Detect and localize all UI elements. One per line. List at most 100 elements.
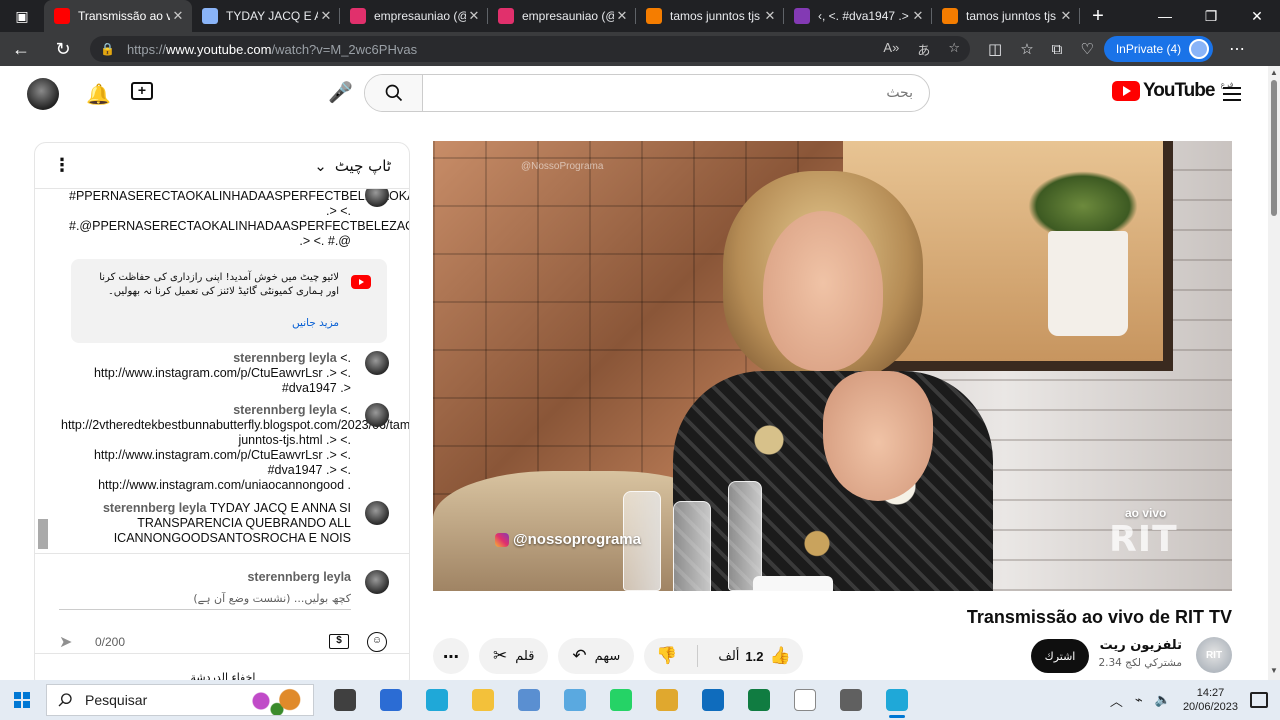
account-avatar[interactable]	[27, 78, 59, 110]
taskbar-search[interactable]: Pesquisar	[46, 684, 314, 716]
close-tab-icon[interactable]: ✕	[170, 8, 186, 24]
whatsapp-icon	[610, 689, 632, 711]
browser-tab[interactable]: empresauniao (@ ✕	[340, 0, 488, 32]
more-actions-button[interactable]: ⋯	[433, 638, 469, 674]
taskbar-app[interactable]	[874, 680, 920, 720]
browser-tab[interactable]: Transmissão ao vivo de RIT TV✕	[44, 0, 192, 32]
send-icon[interactable]: ➤	[59, 632, 72, 652]
system-tray: ︿ ⌁ 🔈 14:27 20/06/2023	[1110, 686, 1280, 714]
message-author[interactable]: sterennberg leyla	[233, 403, 337, 417]
favorite-star-icon[interactable]: ☆	[948, 40, 960, 59]
channel-name[interactable]: تلفزيون ريت	[1098, 638, 1182, 653]
new-tab-button[interactable]: +	[1080, 5, 1116, 28]
taskbar-app[interactable]	[322, 680, 368, 720]
create-video-icon[interactable]: +	[131, 82, 153, 100]
close-tab-icon[interactable]: ✕	[762, 8, 778, 24]
search-input[interactable]	[423, 75, 929, 111]
taskbar-app[interactable]	[414, 680, 460, 720]
close-tab-icon[interactable]: ✕	[614, 8, 630, 24]
share-arrow-icon: ↶	[572, 646, 587, 666]
tab-title: tamos junntos tjs	[670, 9, 761, 23]
chat-scroll-thumb[interactable]	[38, 519, 48, 549]
paint-icon	[656, 689, 678, 711]
refresh-button[interactable]: ↻	[42, 39, 84, 60]
close-window-button[interactable]: ✕	[1234, 0, 1280, 32]
scrollbar-thumb[interactable]	[1271, 80, 1277, 216]
taskbar-app[interactable]	[552, 680, 598, 720]
chat-scrollbar[interactable]	[37, 189, 48, 553]
browser-tab[interactable]: empresauniao (@ ✕	[488, 0, 636, 32]
video-player[interactable]: @NossoPrograma @nossoprograma ao vivo RI…	[433, 141, 1232, 591]
taskbar-app[interactable]	[690, 680, 736, 720]
subscribe-button[interactable]: اشترك	[1031, 639, 1089, 673]
guide-menu-icon[interactable]	[1223, 83, 1241, 105]
youtube-logo[interactable]: YouTube فرع	[1112, 80, 1233, 102]
spray-bottle	[728, 481, 762, 591]
taskbar-search-label: Pesquisar	[85, 692, 148, 708]
url-host: www.youtube.com	[165, 41, 272, 57]
taskbar-app[interactable]	[736, 680, 782, 720]
start-button[interactable]	[0, 692, 44, 708]
chat-more-options-icon[interactable]: ⋮	[53, 155, 71, 176]
notifications-bell-icon[interactable]: 🔔	[86, 82, 111, 107]
message-author[interactable]: sterennberg leyla	[103, 501, 207, 515]
instagram-overlay: @nossoprograma	[495, 531, 641, 548]
page-scrollbar[interactable]: ▲ ▼	[1268, 66, 1280, 680]
split-screen-icon[interactable]: ◫	[988, 40, 1002, 58]
emoji-icon[interactable]: ☺	[367, 632, 387, 652]
taskbar-app[interactable]	[782, 680, 828, 720]
translate-icon[interactable]: あ	[917, 40, 930, 59]
browser-tab[interactable]: tamos junntos tjs ✕	[636, 0, 784, 32]
browser-essentials-icon[interactable]: ♡	[1080, 40, 1093, 58]
chevron-up-icon[interactable]: ︿	[1110, 691, 1123, 710]
message-author[interactable]: sterennberg leyla	[233, 351, 337, 365]
taskbar-app[interactable]	[644, 680, 690, 720]
minimize-button[interactable]: —	[1142, 0, 1188, 32]
super-chat-icon[interactable]: $	[329, 634, 349, 649]
back-button[interactable]: ←	[0, 39, 42, 60]
dislike-button[interactable]: 👎	[644, 646, 689, 666]
taskbar-app[interactable]	[598, 680, 644, 720]
restore-button[interactable]: ❐	[1188, 0, 1234, 32]
message-body: sterennberg leyla <. http://2vtheredtekb…	[61, 403, 409, 493]
address-bar-row: ← ↻ 🔒 https://www.youtube.com/watch?v=M_…	[0, 32, 1280, 66]
chat-mode-selector[interactable]: ⌄ ٹاپ چیٹ	[314, 157, 391, 175]
youtube-icon	[351, 275, 371, 289]
learn-more-link[interactable]: مزید جانیں	[85, 317, 339, 329]
chat-message-input[interactable]	[59, 588, 351, 610]
browser-tab[interactable]: TYDAY JACQ E ANNA SI✕	[192, 0, 340, 32]
clip-button[interactable]: ✂ قلم	[479, 638, 549, 674]
inprivate-button[interactable]: InPrivate (4)	[1103, 36, 1214, 62]
close-tab-icon[interactable]: ✕	[910, 8, 926, 24]
browser-tab[interactable]: tamos junntos tjs ✕	[932, 0, 1080, 32]
chat-header: ⋮ ⌄ ٹاپ چیٹ	[35, 143, 409, 189]
browser-tab[interactable]: ‹, <. #dva1947 .> ✕	[784, 0, 932, 32]
taskbar-app[interactable]	[460, 680, 506, 720]
scroll-down-arrow[interactable]: ▼	[1270, 666, 1278, 675]
close-tab-icon[interactable]: ✕	[1058, 8, 1074, 24]
volume-icon[interactable]: 🔈	[1155, 692, 1171, 708]
read-aloud-icon[interactable]: A»	[883, 40, 899, 59]
clock[interactable]: 14:27 20/06/2023	[1183, 686, 1238, 714]
close-tab-icon[interactable]: ✕	[466, 8, 482, 24]
taskbar-app[interactable]	[506, 680, 552, 720]
scroll-up-arrow[interactable]: ▲	[1270, 68, 1278, 77]
url-field[interactable]: 🔒 https://www.youtube.com/watch?v=M_2wc6…	[90, 36, 970, 62]
voice-search-mic-icon[interactable]: 🎤	[328, 80, 353, 105]
channel-avatar[interactable]: RIT	[1196, 637, 1232, 673]
share-button[interactable]: ↶ سهم	[558, 638, 635, 674]
search-button[interactable]	[365, 75, 423, 111]
taskbar-app[interactable]	[828, 680, 874, 720]
tab-title: Transmissão ao vivo de RIT TV	[78, 9, 170, 23]
network-icon[interactable]: ⌁	[1135, 692, 1143, 708]
window-controls: — ❐ ✕	[1142, 0, 1280, 32]
favorites-icon[interactable]: ☆	[1020, 40, 1033, 58]
notification-center-icon[interactable]	[1250, 692, 1268, 708]
like-button[interactable]: ألف 1.2 👍	[706, 646, 802, 666]
collections-icon[interactable]: ⧉	[1052, 41, 1063, 58]
taskbar-app[interactable]	[368, 680, 414, 720]
close-tab-icon[interactable]: ✕	[318, 8, 334, 24]
tab-actions-icon[interactable]: ▣	[0, 0, 44, 32]
settings-more-icon[interactable]: ⋯	[1229, 39, 1245, 59]
youtube-wordmark: YouTube	[1143, 80, 1215, 101]
